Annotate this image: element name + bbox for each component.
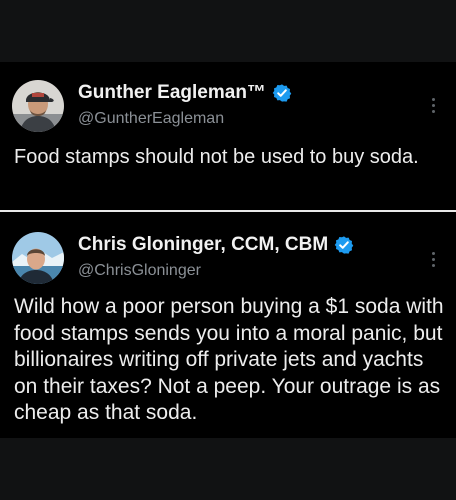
tweet-card[interactable]: Gunther Eagleman™ @GuntherEagleman Food … [0,62,456,210]
user-handle[interactable]: @GuntherEagleman [78,110,224,128]
user-handle[interactable]: @ChrisGloninger [78,262,201,280]
display-name[interactable]: Chris Gloninger, CCM, CBM [78,234,328,256]
author-row: Chris Gloninger, CCM, CBM [78,234,354,256]
author-row: Gunther Eagleman™ [78,82,292,104]
top-dark-band [0,0,456,62]
verified-badge-icon [334,236,354,254]
display-name[interactable]: Gunther Eagleman™ [78,82,266,104]
tweet-card[interactable]: Chris Gloninger, CCM, CBM @ChrisGloninge… [0,212,456,438]
tweet-text: Food stamps should not be used to buy so… [14,146,419,168]
vertical-ellipsis-icon[interactable] [432,98,436,113]
tweet-text: Wild how a poor person buying a $1 soda … [14,295,444,424]
avatar[interactable] [12,80,64,132]
bottom-dark-band [0,438,456,500]
avatar[interactable] [12,232,64,284]
verified-badge-icon [272,84,292,102]
vertical-ellipsis-icon[interactable] [432,252,436,267]
